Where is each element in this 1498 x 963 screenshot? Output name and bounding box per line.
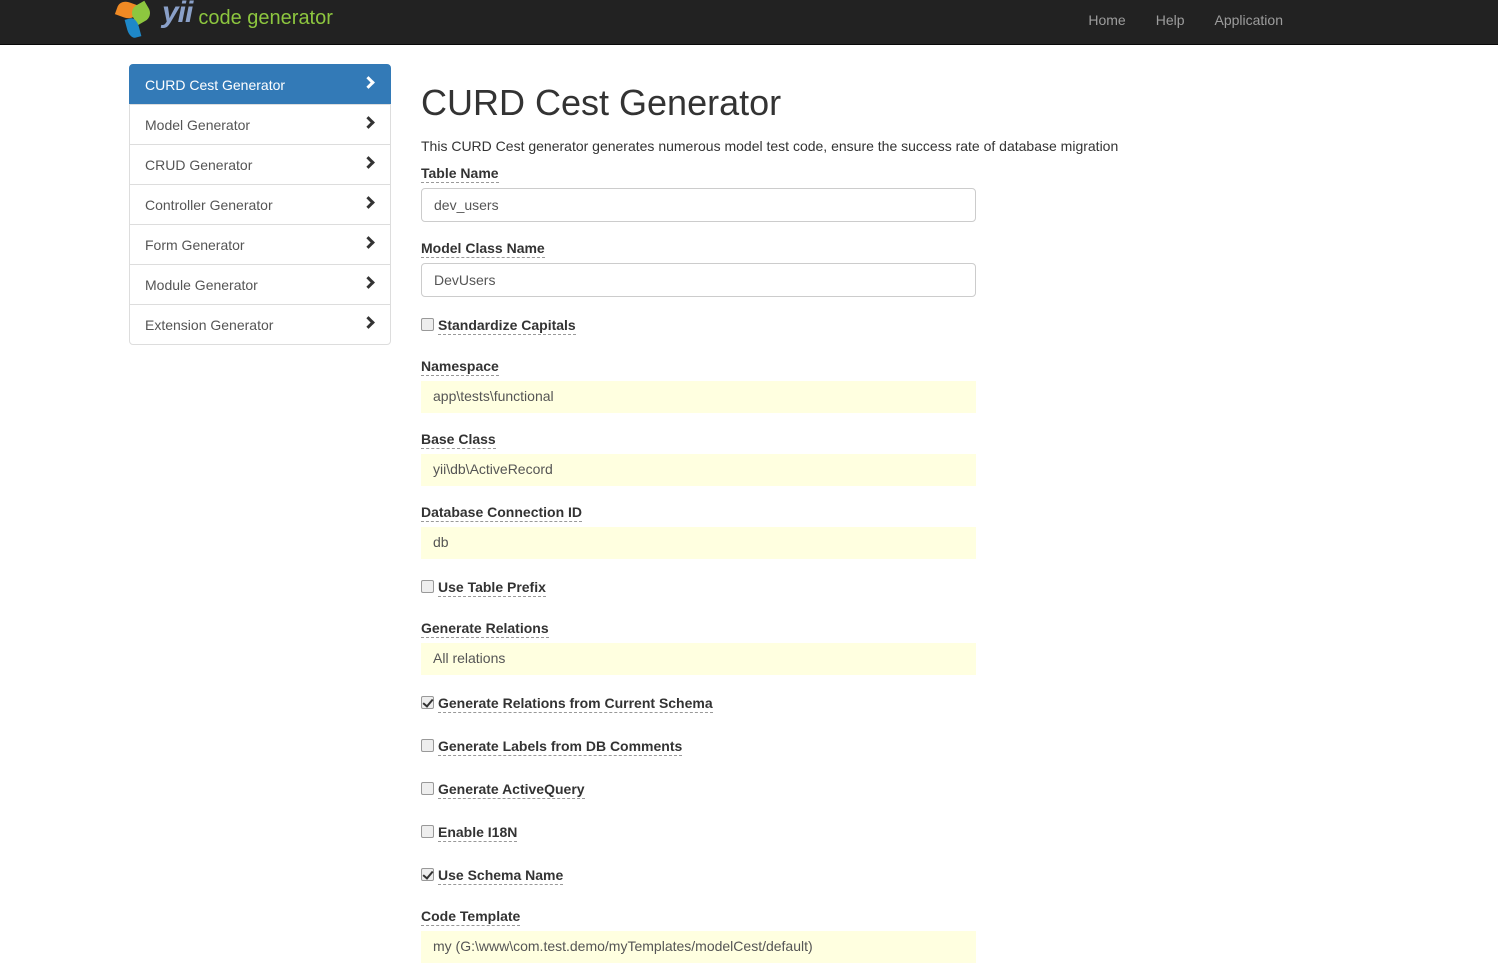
db-id-field[interactable]: db	[421, 527, 976, 559]
code-template-field[interactable]: my (G:\www\com.test.demo/myTemplates/mod…	[421, 931, 976, 963]
sidebar-item-label: Form Generator	[145, 236, 245, 253]
sidebar-item-curd-cest[interactable]: CURD Cest Generator	[129, 64, 391, 105]
nav-application[interactable]: Application	[1215, 12, 1284, 28]
navbar: yii code generator Home Help Application	[0, 0, 1498, 45]
sidebar-item-crud[interactable]: CRUD Generator	[129, 144, 391, 185]
relations-schema-checkbox[interactable]	[421, 695, 434, 709]
generate-relations-label: Generate Relations	[421, 620, 549, 638]
table-name-group: Table Name	[421, 165, 976, 222]
generate-relations-field[interactable]: All relations	[421, 643, 976, 675]
brand-logo[interactable]: yii code generator	[114, 0, 333, 40]
active-query-checkbox[interactable]	[421, 781, 434, 795]
sidebar-item-controller[interactable]: Controller Generator	[129, 184, 391, 225]
use-table-prefix-group: Use Table Prefix	[421, 579, 976, 597]
nav-links: Home Help Application	[1058, 0, 1283, 40]
namespace-label: Namespace	[421, 358, 499, 376]
db-id-group: Database Connection ID db	[421, 504, 976, 559]
namespace-group: Namespace app\tests\functional	[421, 358, 976, 413]
chevron-right-icon	[362, 276, 375, 289]
base-class-field[interactable]: yii\db\ActiveRecord	[421, 454, 976, 486]
namespace-field[interactable]: app\tests\functional	[421, 381, 976, 413]
code-template-group: Code Template my (G:\www\com.test.demo/m…	[421, 908, 976, 963]
model-class-group: Model Class Name	[421, 240, 976, 297]
standardize-capitals-label[interactable]: Standardize Capitals	[438, 317, 576, 335]
db-id-label: Database Connection ID	[421, 504, 583, 522]
standardize-capitals-checkbox[interactable]	[421, 317, 434, 331]
chevron-right-icon	[362, 316, 375, 329]
use-schema-name-checkbox[interactable]	[421, 867, 434, 881]
yii-logo-icon	[114, 0, 158, 40]
enable-i18n-label[interactable]: Enable I18N	[438, 824, 518, 842]
brand-title: code generator	[198, 6, 333, 29]
brand-yii-text: yii	[162, 0, 193, 29]
sidebar-item-label: Extension Generator	[145, 316, 274, 333]
chevron-right-icon	[362, 236, 375, 249]
sidebar-item-module[interactable]: Module Generator	[129, 264, 391, 305]
generate-relations-group: Generate Relations All relations	[421, 620, 976, 675]
sidebar-item-label: CURD Cest Generator	[145, 76, 286, 93]
chevron-right-icon	[362, 76, 375, 89]
labels-comments-checkbox[interactable]	[421, 738, 434, 752]
enable-i18n-checkbox[interactable]	[421, 824, 434, 838]
enable-i18n-group: Enable I18N	[421, 824, 976, 842]
code-template-label: Code Template	[421, 908, 521, 926]
standardize-capitals-group: Standardize Capitals	[421, 317, 976, 335]
chevron-right-icon	[362, 196, 375, 209]
relations-schema-label[interactable]: Generate Relations from Current Schema	[438, 695, 713, 713]
sidebar-item-label: Model Generator	[145, 116, 251, 133]
labels-comments-label[interactable]: Generate Labels from DB Comments	[438, 738, 683, 756]
table-name-input[interactable]	[421, 188, 976, 222]
page-title: CURD Cest Generator	[421, 82, 782, 123]
use-table-prefix-label[interactable]: Use Table Prefix	[438, 579, 546, 597]
nav-home[interactable]: Home	[1088, 12, 1125, 28]
page-description: This CURD Cest generator generates numer…	[421, 138, 1119, 154]
sidebar: CURD Cest Generator Model Generator CRUD…	[129, 64, 391, 345]
nav-help[interactable]: Help	[1156, 12, 1185, 28]
chevron-right-icon	[362, 156, 375, 169]
use-schema-name-label[interactable]: Use Schema Name	[438, 867, 564, 885]
use-table-prefix-checkbox[interactable]	[421, 579, 434, 593]
sidebar-item-model[interactable]: Model Generator	[129, 104, 391, 145]
sidebar-item-extension[interactable]: Extension Generator	[129, 304, 391, 345]
chevron-right-icon	[362, 116, 375, 129]
use-schema-name-group: Use Schema Name	[421, 867, 976, 885]
active-query-label[interactable]: Generate ActiveQuery	[438, 781, 585, 799]
table-name-label: Table Name	[421, 165, 499, 183]
base-class-group: Base Class yii\db\ActiveRecord	[421, 431, 976, 486]
sidebar-item-label: Controller Generator	[145, 196, 273, 213]
model-class-label: Model Class Name	[421, 240, 545, 258]
model-class-input[interactable]	[421, 263, 976, 297]
labels-comments-group: Generate Labels from DB Comments	[421, 738, 976, 756]
sidebar-item-label: Module Generator	[145, 276, 258, 293]
active-query-group: Generate ActiveQuery	[421, 781, 976, 799]
sidebar-item-form[interactable]: Form Generator	[129, 224, 391, 265]
base-class-label: Base Class	[421, 431, 496, 449]
relations-schema-group: Generate Relations from Current Schema	[421, 695, 976, 713]
main-content: CURD Cest Generator This CURD Cest gener…	[421, 80, 1141, 963]
sidebar-item-label: CRUD Generator	[145, 156, 253, 173]
